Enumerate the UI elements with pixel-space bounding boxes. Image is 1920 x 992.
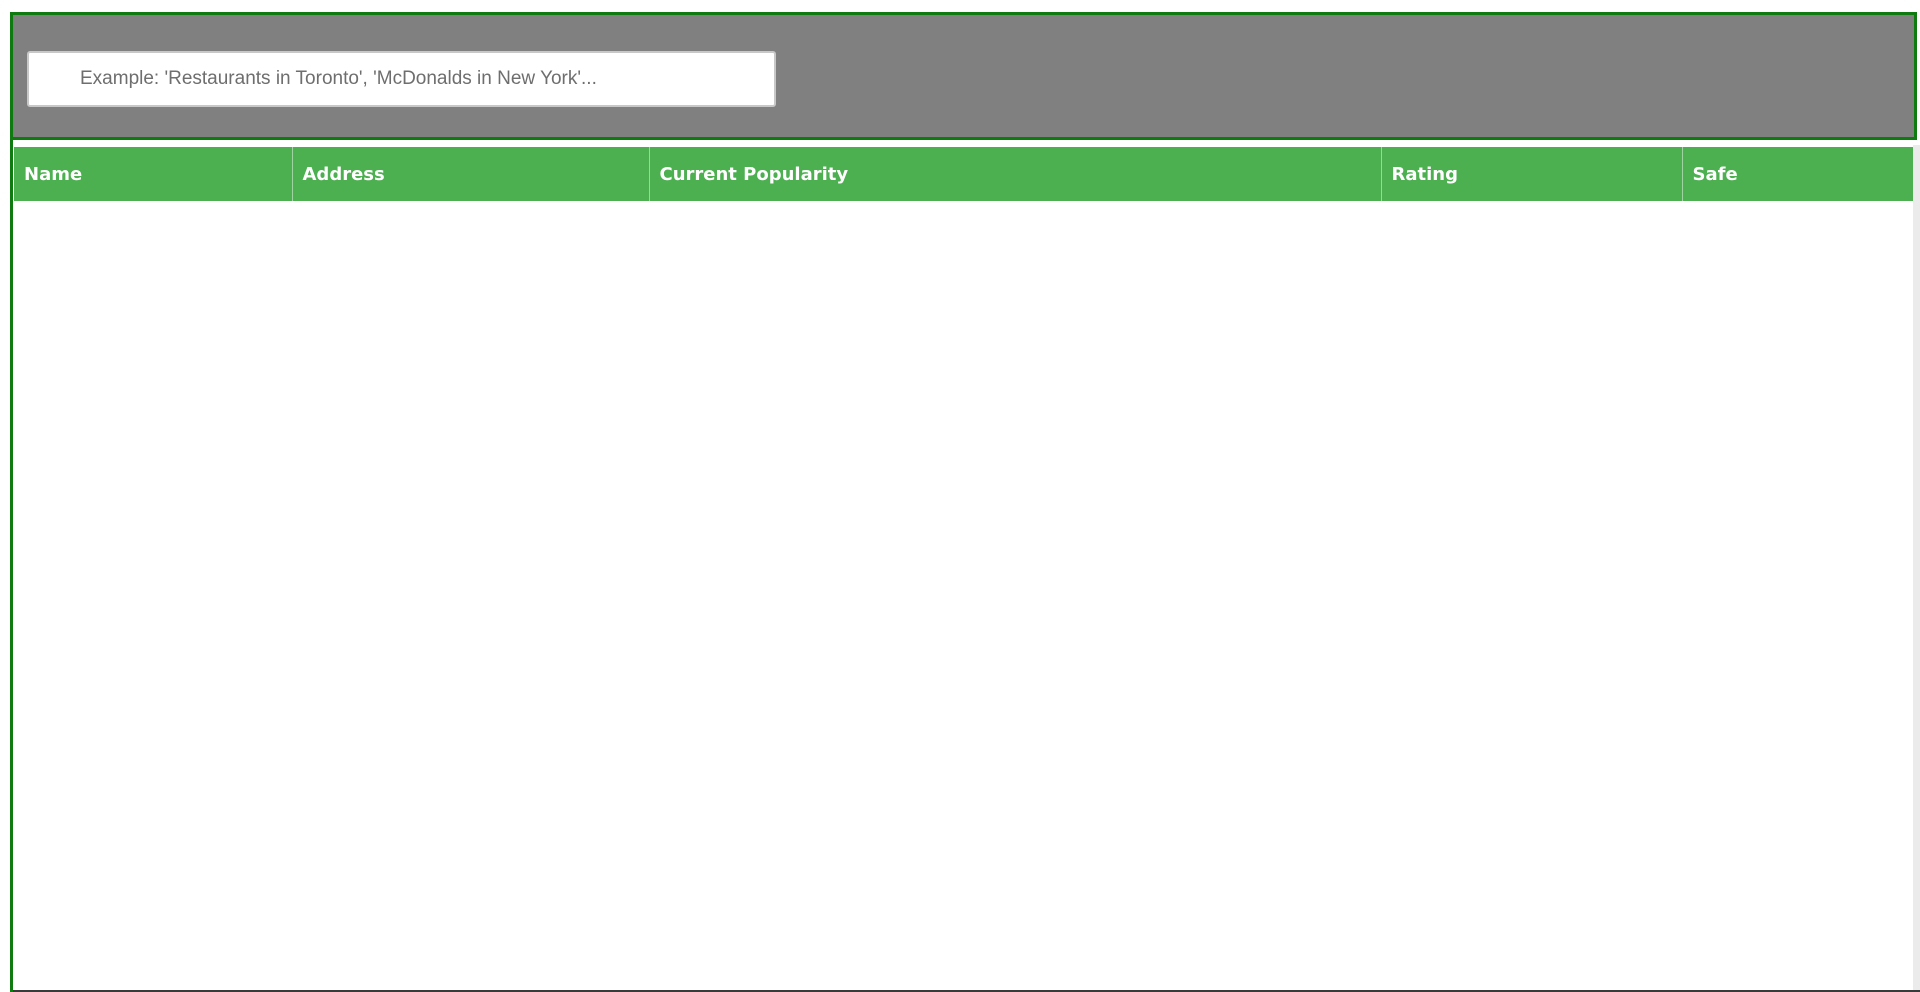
scrollbar-track[interactable] xyxy=(1913,145,1920,990)
table-header-row: Name Address Current Popularity Rating S… xyxy=(14,147,1913,201)
column-header-name[interactable]: Name xyxy=(14,147,293,201)
left-border xyxy=(10,140,13,992)
column-header-current-popularity[interactable]: Current Popularity xyxy=(649,147,1382,201)
search-input[interactable] xyxy=(27,51,776,107)
column-header-address[interactable]: Address xyxy=(292,147,650,201)
column-header-safe[interactable]: Safe xyxy=(1682,147,1913,201)
search-header-panel xyxy=(10,12,1917,140)
results-table: Name Address Current Popularity Rating S… xyxy=(14,147,1913,201)
column-header-rating[interactable]: Rating xyxy=(1381,147,1683,201)
